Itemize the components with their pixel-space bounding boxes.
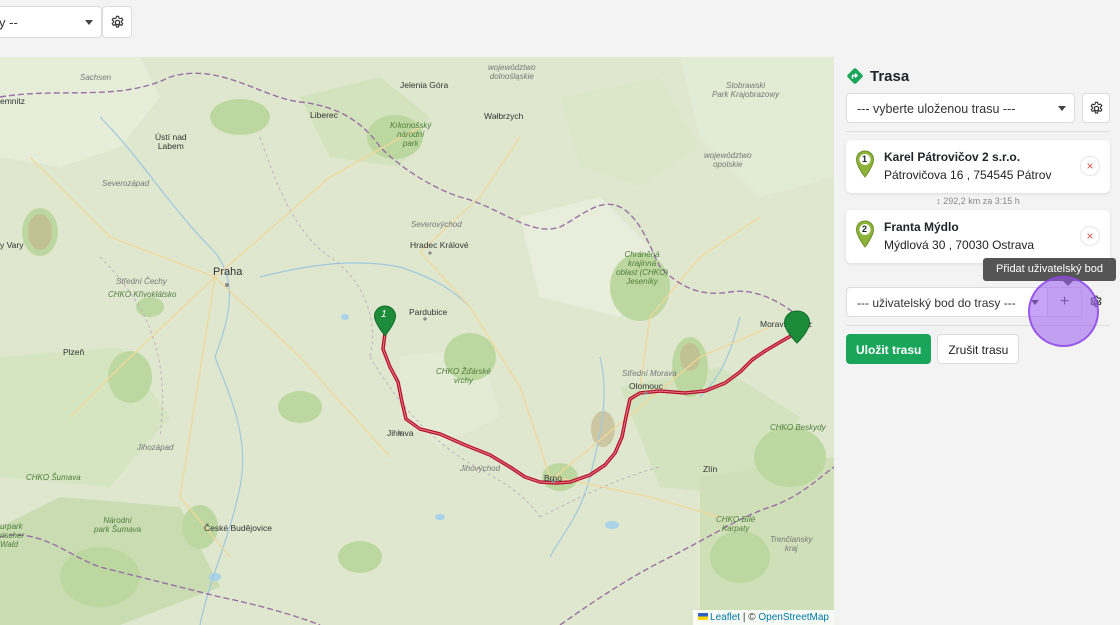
route-map[interactable]: Sachsen emnitz Ústí nad Labem Severozápa… [0,57,834,625]
waypoint-name: Karel Pátrovičov 2 s.r.o. [884,150,1021,164]
updown-arrow-icon: ↕ [936,196,941,206]
saved-route-select[interactable]: --- vyberte uloženou trasu --- [846,93,1075,123]
map-label: Plzeň [63,347,85,357]
map-label: CHKO Beskydy [770,423,826,432]
map-label: y Vary [0,240,24,250]
waypoint-card[interactable]: 2 Franta Mýdlo Mýdlová 30 , 70030 Ostrav… [846,210,1110,263]
route-leg-distance-time: 292,2 km za 3:15 h [943,196,1020,206]
panel-title: Trasa [846,57,1110,93]
map-label: Jihlava [387,428,414,438]
custom-point-select[interactable]: --- uživatelský bod do trasy --- [846,287,1048,317]
map-label: CHKO Křivoklátsko [108,290,177,299]
cancel-route-button[interactable]: Zrušit trasu [937,334,1020,364]
chevron-down-icon [1058,106,1066,111]
map-label: Hradec Králové [410,240,469,250]
route-leg-info: ↕ 292,2 km za 3:15 h [846,193,1110,210]
map-label: České Budějovice [204,523,273,533]
saved-route-select-value: --- vyberte uloženou trasu --- [857,102,1016,116]
top-filter-select[interactable]: y -- [0,6,102,38]
remove-waypoint-button[interactable]: × [1080,156,1100,176]
map-label: Střední Morava [622,369,677,378]
map-label: Jelenia Góra [400,80,449,90]
osm-link[interactable]: OpenStreetMap [758,612,829,623]
map-label: Jihovýchod [460,464,501,473]
map-label: Zlín [703,464,718,474]
attribution-separator: | © [740,612,759,623]
map-label: Olomouc [629,381,664,391]
custom-point-select-value: --- uživatelský bod do trasy --- [857,296,1016,310]
map-label: Wałbrzych [484,111,524,121]
page: y -- Sachsen emnitz Ústí nad Labem Sever… [0,0,1120,625]
map-label: CHKO Žďárské vrchy [436,367,491,385]
map-label: emnitz [0,96,26,106]
remove-waypoint-button[interactable]: × [1080,226,1100,246]
gear-icon [111,15,123,28]
top-settings-button[interactable] [102,6,132,38]
map-label: Liberec [310,110,338,120]
map-label: województwo opolskie [704,151,752,169]
waypoint-address: Pátrovičova 16 , 754545 Pátrov [884,168,1052,182]
map-label: Chráněná krajinná oblast (CHKO) Jeseníky [616,250,669,286]
close-icon: × [1086,229,1094,243]
map-label: Trenčiansky kraj [770,535,813,553]
map-label: Střední Čechy [116,277,167,286]
map-label: Sachsen [80,73,112,82]
waypoint-number: 1 [862,154,868,164]
top-filter-select-value: y -- [0,15,18,30]
divider [846,131,1110,132]
map-pin-icon [783,310,811,344]
map-label: województwo dolnośląskie [488,63,536,81]
map-marker-number: 1 [381,309,387,320]
save-route-button[interactable]: Uložit trasu [846,334,932,364]
map-label: urpark rischer Wald [0,522,25,549]
map-label: Krkonošský národní park [390,121,432,148]
map-label: Brno [544,473,562,483]
gear-icon [1090,101,1102,114]
map-label: Praha [213,266,243,278]
waypoint-card[interactable]: 1 Karel Pátrovičov 2 s.r.o. Pátrovičova … [846,140,1110,193]
map-label: Severozápad [102,179,150,188]
waypoint-number: 2 [862,224,868,234]
saved-route-settings-button[interactable] [1082,93,1110,123]
waypoint-name: Franta Mýdlo [884,220,959,234]
map-label: Ústí nad Labem [155,132,187,151]
map-label: Severovýchod [411,220,462,229]
ukraine-flag-icon [698,613,709,620]
saved-route-row: --- vyberte uloženou trasu --- [846,93,1110,123]
panel-title-text: Trasa [870,67,910,85]
map-label: CHKO Šumava [26,473,81,482]
leaflet-link[interactable]: Leaflet [710,612,740,623]
route-icon [847,68,863,84]
waypoint-address: Mýdlová 30 , 70030 Ostrava [884,238,1035,252]
map-label: Národní park Šumava [94,516,142,534]
close-icon: × [1086,159,1094,173]
map-label: CHKO Bílé Karpaty [716,515,756,533]
chevron-down-icon [85,20,93,25]
map-label: Pardubice [409,307,448,317]
map-attribution: Leaflet | © OpenStreetMap [693,610,834,625]
map-label: Stobrawski Park Krajobrazowy [712,81,780,99]
cursor-highlight [1028,276,1099,347]
map-label: Jihozápad [137,443,174,452]
